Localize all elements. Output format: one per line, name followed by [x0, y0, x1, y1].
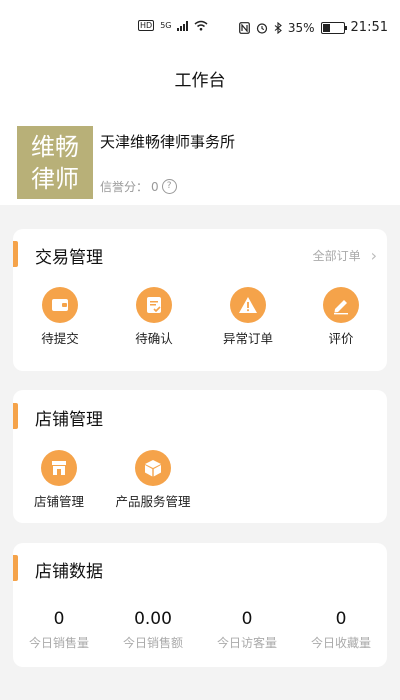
store-data-title: 店铺数据 — [35, 562, 103, 582]
today-favorites-stat: 0 今日收藏量 — [310, 609, 371, 650]
section-accent-bar — [13, 555, 18, 581]
alarm-icon — [256, 22, 267, 34]
abnormal-orders-button[interactable]: 异常订单 — [208, 287, 288, 347]
store-management-card: 店铺管理 店铺管理 产品服务管理 — [13, 390, 387, 523]
product-service-management-button[interactable]: 产品服务管理 — [113, 450, 193, 510]
section-accent-bar — [13, 241, 18, 267]
warning-icon — [230, 287, 266, 323]
pencil-icon — [323, 287, 359, 323]
network-label: 5G — [160, 21, 172, 30]
reputation-label: 信誉分： — [100, 180, 149, 194]
box-icon — [135, 450, 171, 486]
battery-icon — [320, 21, 347, 34]
today-sales-amount-stat: 0.00 今日销售额 — [122, 609, 183, 650]
hd-icon: HD — [138, 20, 155, 31]
reputation-score: 信誉分： 0 ? — [100, 178, 177, 195]
reputation-value: 0 — [151, 179, 159, 194]
page-title: 工作台 — [174, 71, 226, 91]
storefront-icon — [41, 450, 77, 486]
status-bar: HD 5G 35% 21:51 — [0, 18, 400, 44]
signal-icon — [177, 20, 189, 31]
pending-submit-button[interactable]: 待提交 — [20, 287, 100, 347]
store-management-title: 店铺管理 — [35, 410, 103, 430]
trade-management-title: 交易管理 — [35, 248, 103, 268]
today-sales-count-stat: 0 今日销售量 — [28, 609, 89, 650]
clock-time: 21:51 — [350, 20, 388, 35]
trade-management-card: 交易管理 全部订单 › 待提交 待确认 异常订单 评价 — [13, 229, 387, 371]
firm-name: 天津维畅律师事务所 — [100, 133, 236, 151]
wallet-icon — [42, 287, 78, 323]
battery-percent: 35% — [287, 20, 315, 35]
section-accent-bar — [13, 403, 18, 429]
store-management-button[interactable]: 店铺管理 — [19, 450, 99, 510]
bluetooth-icon — [274, 21, 282, 34]
help-icon[interactable]: ? — [161, 179, 177, 194]
nfc-icon — [238, 21, 250, 34]
store-data-card: 店铺数据 0 今日销售量 0.00 今日销售额 0 今日访客量 0 今日收藏量 — [13, 543, 387, 667]
all-orders-link[interactable]: 全部订单 › — [313, 246, 377, 265]
clipboard-check-icon — [136, 287, 172, 323]
firm-logo: 维畅 律师 — [17, 126, 93, 199]
chevron-right-icon: › — [370, 246, 377, 265]
wifi-icon — [195, 20, 208, 31]
today-visitors-stat: 0 今日访客量 — [216, 609, 277, 650]
reviews-button[interactable]: 评价 — [301, 287, 381, 347]
pending-confirm-button[interactable]: 待确认 — [114, 287, 194, 347]
